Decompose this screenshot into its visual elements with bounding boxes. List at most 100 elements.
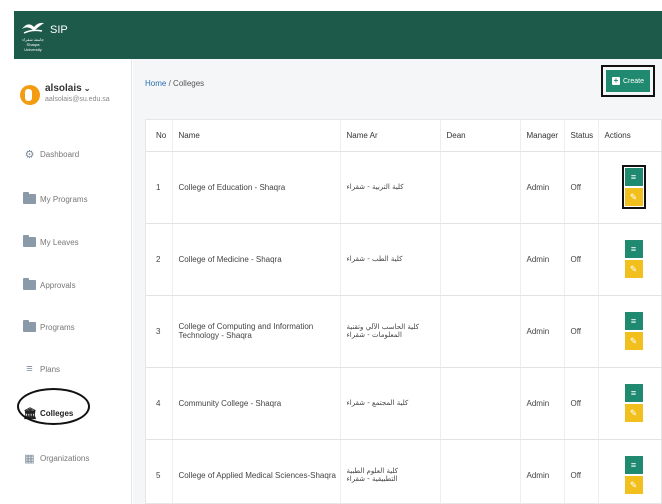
view-button[interactable]: ≡ xyxy=(624,312,643,330)
building-icon: ▦ xyxy=(24,452,35,465)
folder-icon xyxy=(23,235,36,247)
cell-name-ar: كلية المجتمع - شقراء xyxy=(340,367,441,440)
cell-manager: Admin xyxy=(520,223,565,296)
sidebar-item-approvals[interactable]: Approvals xyxy=(23,277,123,293)
cell-manager: Admin xyxy=(520,151,565,224)
cell-name: College of Education - Shaqra xyxy=(172,151,341,224)
list-icon: ≡ xyxy=(630,172,637,182)
app-brand[interactable]: SIP xyxy=(50,24,68,36)
sidebar-item-label: My Leaves xyxy=(40,237,79,247)
cell-status: Off xyxy=(564,295,599,368)
create-label: Create xyxy=(622,77,644,85)
cell-name-ar: كلية الطب - شقراء xyxy=(340,223,441,296)
cell-status: Off xyxy=(564,151,599,224)
sidebar-item-label: Approvals xyxy=(40,280,76,290)
user-name: alsolais xyxy=(45,83,82,94)
cell-status: Off xyxy=(564,367,599,440)
sidebar: alsolais ⌄ aalsolais@su.edu.sa ⚙ Dashboar… xyxy=(14,59,132,504)
list-icon: ≡ xyxy=(630,460,637,470)
folder-icon xyxy=(23,320,36,332)
avatar xyxy=(20,85,40,105)
annotation-circle xyxy=(17,388,90,425)
dashboard-icon: ⚙ xyxy=(24,148,35,161)
breadcrumb: Home / Colleges xyxy=(145,79,204,88)
list-icon: ≡ xyxy=(630,388,637,398)
sidebar-item-label: Programs xyxy=(40,322,75,332)
cell-name: College of Applied Medical Sciences-Shaq… xyxy=(172,439,341,503)
edit-button[interactable]: ✎ xyxy=(624,260,643,278)
header-manager[interactable]: Manager xyxy=(520,120,565,152)
header-status[interactable]: Status xyxy=(564,120,599,152)
sidebar-item-dashboard[interactable]: ⚙ Dashboard xyxy=(23,146,123,162)
cell-name-ar: كلية التربية - شقراء xyxy=(340,151,441,224)
university-logo[interactable]: جامعة شقراء Shaqra University xyxy=(20,19,46,52)
sidebar-item-my-leaves[interactable]: My Leaves xyxy=(23,234,123,250)
breadcrumb-home[interactable]: Home xyxy=(145,79,166,88)
breadcrumb-separator: / xyxy=(168,79,171,88)
view-button[interactable]: ≡ xyxy=(624,168,643,186)
list-icon: ≡ xyxy=(26,363,33,375)
edit-button[interactable]: ✎ xyxy=(624,404,643,422)
header-no[interactable]: No xyxy=(146,120,173,152)
folder-icon xyxy=(23,278,36,290)
main-content: Home / Colleges + Create No Name Name Ar… xyxy=(133,59,662,504)
create-button[interactable]: + Create xyxy=(606,70,650,92)
edit-icon: ✎ xyxy=(629,263,638,274)
cell-actions: ≡ ✎ xyxy=(598,151,661,224)
chevron-down-icon: ⌄ xyxy=(83,84,91,93)
edit-button[interactable]: ✎ xyxy=(624,476,643,494)
sidebar-item-plans[interactable]: ≡ Plans xyxy=(23,361,123,377)
colleges-table-card: No Name Name Ar Dean Manager Status Acti… xyxy=(145,119,662,504)
user-menu[interactable]: alsolais ⌄ aalsolais@su.edu.sa xyxy=(20,83,130,117)
breadcrumb-current: Colleges xyxy=(173,79,205,88)
cell-actions: ≡ ✎ xyxy=(598,439,661,503)
header-actions: Actions xyxy=(598,120,661,152)
sidebar-item-my-programs[interactable]: My Programs xyxy=(23,191,123,207)
edit-icon: ✎ xyxy=(629,191,638,202)
sidebar-item-programs[interactable]: Programs xyxy=(23,319,123,335)
cell-actions: ≡ ✎ xyxy=(598,223,661,296)
table-row: 1 College of Education - Shaqra كلية الت… xyxy=(146,151,661,224)
cell-no: 3 xyxy=(146,295,173,368)
header-name-ar[interactable]: Name Ar xyxy=(340,120,441,152)
cell-manager: Admin xyxy=(520,439,565,503)
cell-name: Community College - Shaqra xyxy=(172,367,341,440)
list-icon: ≡ xyxy=(630,316,637,326)
table-row: 5 College of Applied Medical Sciences-Sh… xyxy=(146,439,661,503)
cell-name: College of Computing and Information Tec… xyxy=(172,295,341,368)
cell-name-ar: كلية العلوم الطبية التطبيقية - شقراء xyxy=(340,439,441,503)
logo-icon xyxy=(22,22,44,34)
cell-no: 4 xyxy=(146,367,173,440)
user-name-toggle[interactable]: alsolais ⌄ xyxy=(45,83,90,94)
list-icon: ≡ xyxy=(630,244,637,254)
header-name[interactable]: Name xyxy=(172,120,341,152)
sidebar-item-organizations[interactable]: ▦ Organizations xyxy=(23,450,123,466)
edit-button[interactable]: ✎ xyxy=(624,188,643,206)
cell-dean xyxy=(440,367,521,440)
edit-icon: ✎ xyxy=(629,407,638,418)
top-navbar: جامعة شقراء Shaqra University SIP xyxy=(14,11,662,59)
table-row: 2 College of Medicine - Shaqra كلية الطب… xyxy=(146,223,661,296)
cell-dean xyxy=(440,223,521,296)
table-row: 4 Community College - Shaqra كلية المجتم… xyxy=(146,367,661,440)
cell-status: Off xyxy=(564,439,599,503)
cell-name-ar: كلية الحاسب الآلي وتقنية المعلومات - شقر… xyxy=(340,295,441,368)
create-highlight: + Create xyxy=(601,65,655,97)
cell-actions: ≡ ✎ xyxy=(598,367,661,440)
cell-actions: ≡ ✎ xyxy=(598,295,661,368)
view-button[interactable]: ≡ xyxy=(624,240,643,258)
cell-no: 5 xyxy=(146,439,173,503)
edit-button[interactable]: ✎ xyxy=(624,332,643,350)
view-button[interactable]: ≡ xyxy=(624,456,643,474)
user-email: aalsolais@su.edu.sa xyxy=(45,96,110,103)
cell-status: Off xyxy=(564,223,599,296)
cell-no: 2 xyxy=(146,223,173,296)
cell-manager: Admin xyxy=(520,295,565,368)
cell-dean xyxy=(440,295,521,368)
sidebar-item-label: My Programs xyxy=(40,194,88,204)
actions-highlight: ≡ ✎ xyxy=(621,165,646,209)
logo-text-en: Shaqra University xyxy=(24,42,42,52)
view-button[interactable]: ≡ xyxy=(624,384,643,402)
header-dean[interactable]: Dean xyxy=(440,120,521,152)
table-header-row: No Name Name Ar Dean Manager Status Acti… xyxy=(146,120,661,152)
